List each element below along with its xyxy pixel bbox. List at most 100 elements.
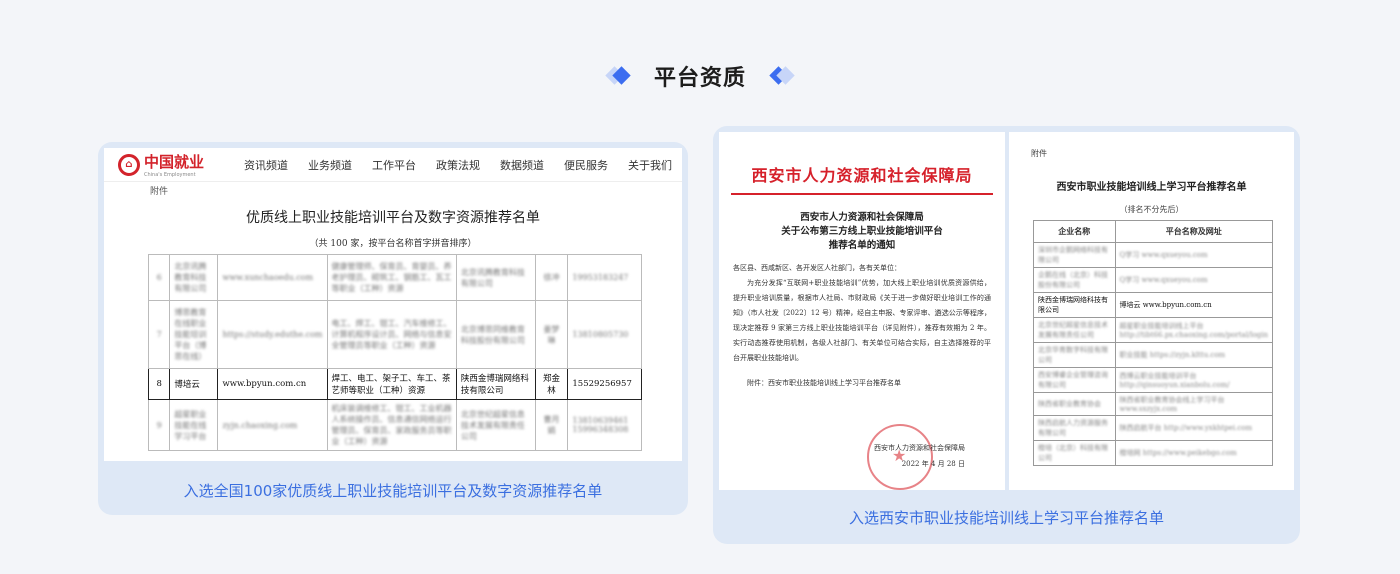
table-cell-contact: 曹月娟 [534, 399, 569, 451]
xian-platform-table: 企业名称 平台名称及网址 深圳市企鹅网络科技有限公司 Q学习 www.qxueyou.… [1033, 220, 1274, 466]
china-employment-logo: ⌂ 中国就业 China's Employment [118, 152, 234, 178]
notice-paragraph: 为充分发挥“互联网+职业技能培训”优势，加大线上职业培训优质资源供给，提升职业培… [733, 279, 991, 362]
table-row: 6 北京讯腾教育科技有限公司 www.xunchaoedu.com 健康管理师、保育员… [147, 254, 642, 301]
table-cell-tel: 13810639461 15996348308 [567, 399, 642, 451]
letterhead-divider [731, 193, 993, 195]
document-title: 优质线上职业技能培训平台及数字资源推荐名单 [246, 210, 540, 226]
table-cell-platform: 博培云 www.bpyun.com.cn [1114, 292, 1274, 318]
xian-list-document: 附件 西安市职业技能培训线上学习平台推荐名单 （排名不分先后） 企业名称 平台名称… [1009, 132, 1294, 490]
table-cell-company: 陕西启航人力资源服务有限公司 [1033, 415, 1116, 441]
table-cell-tel: 19953183247 [567, 254, 642, 301]
nav-item[interactable]: 便民服务 [554, 157, 618, 173]
sign-org: 西安市人力资源和社会保障局 [874, 444, 965, 452]
qualification-card-national: ⌂ 中国就业 China's Employment 资讯频道 业务频道 工作平台 政策… [98, 142, 688, 515]
table-cell-contact: 徐冲 [534, 254, 569, 301]
letterhead: 西安市人力资源和社会保障局 [751, 166, 973, 185]
table-cell-no: 7 [147, 300, 171, 369]
diamond-icon [768, 66, 794, 86]
table-cell-jobs: 电工、焊工、钳工、汽车维修工、计算机程序设计员、网络与信息安全管理员等职业（工种… [326, 300, 457, 369]
table-cell-jobs: 健康管理师、保育员、育婴员、养老护理员、砌筑工、钢筋工、瓦工等职业（工种）资源 [326, 254, 457, 301]
logo-text: 中国就业 [144, 152, 205, 171]
table-row: 陕西省职业教育协会 陕西省职业教育协会线上学习平台 www.sxzyjx.com [1033, 392, 1274, 416]
logo-emblem-icon: ⌂ [118, 153, 140, 176]
card-caption: 入选全国100家优质线上职业技能培训平台及数字资源推荐名单 [183, 482, 603, 500]
table-cell-company: 橙培（北京）科技有限公司 [1033, 440, 1116, 466]
table-cell-company: 陕西省职业教育协会 [1033, 392, 1116, 416]
table-cell-no: 9 [147, 399, 171, 451]
table-cell-name: 超星职业技能在线学习平台 [169, 399, 219, 451]
table-cell-platform: 超星职业技能培训线上平台 http://tibt66.px.chaoxing.c… [1114, 317, 1274, 343]
notice-title-line: 西安市人力资源和社会保障局 [800, 212, 924, 223]
table-row: 企鹅在线（北京）科技股份有限公司 Q学习 www.qxueyou.com [1033, 267, 1274, 293]
table-header-cell: 企业名称 [1033, 220, 1116, 243]
section-title: 平台资质 [653, 66, 746, 91]
table-cell-no: 6 [147, 254, 171, 301]
qualification-card-xian: 西安市人力资源和社会保障局 西安市人力资源和社会保障局 关于公布第三方线上职业技… [713, 126, 1300, 544]
section-header: 平台资质 [0, 58, 1400, 94]
table-cell-tel: 13810805730 [567, 300, 642, 369]
attachment-label: 附件 [1031, 149, 1047, 158]
notice-signature: 西安市人力资源和社会保障局 2022 年 4 月 28 日 [847, 440, 965, 472]
notice-title: 西安市人力资源和社会保障局 关于公布第三方线上职业技能培训平台 推荐名单的通知 [719, 211, 1005, 253]
table-row: 橙培（北京）科技有限公司 橙培网 https://www.peikebgo.com [1033, 440, 1274, 466]
table-cell-name: 博思教育在线职业技能培训平台（博思在线） [169, 300, 219, 369]
table-cell-company: 西安博睿企业管理咨询有限公司 [1033, 367, 1116, 393]
table-cell-company: 陕西金博瑞网络科技有限公司 [1033, 292, 1116, 318]
table-row: 陕西金博瑞网络科技有限公司 博培云 www.bpyun.com.cn [1033, 292, 1274, 318]
table-cell-contact: 郑金林 [534, 368, 569, 400]
nav-menu: 资讯频道 业务频道 工作平台 政策法规 数据频道 便民服务 关于我们 [234, 157, 682, 173]
attachment-label: 附件 [150, 187, 169, 197]
table-cell-url: zyjn.chaoxing.com [217, 399, 328, 451]
sign-date: 2022 年 4 月 28 日 [901, 460, 965, 468]
official-notice-document: 西安市人力资源和社会保障局 西安市人力资源和社会保障局 关于公布第三方线上职业技… [719, 132, 1005, 490]
table-cell-url: www.xunchaoedu.com [217, 254, 328, 301]
nav-item[interactable]: 资讯频道 [234, 157, 298, 173]
notice-title-line: 推荐名单的通知 [828, 240, 896, 251]
card-caption: 入选西安市职业技能培训线上学习平台推荐名单 [848, 509, 1164, 527]
table-row: 9 超星职业技能在线学习平台 zyjn.chaoxing.com 机床装调维修工、钳工… [147, 399, 642, 451]
recommended-platform-table: 6 北京讯腾教育科技有限公司 www.xunchaoedu.com 健康管理师、保育员… [147, 254, 642, 451]
table-cell-name: 博培云 [169, 368, 219, 400]
table-cell-platform: 职业技能 https://zyjn.klttu.com [1114, 342, 1274, 368]
table-row: 深圳市企鹅网络科技有限公司 Q学习 www.qxueyou.com [1033, 242, 1274, 268]
table-row: 西安博睿企业管理咨询有限公司 西博云职业技能培训平台 http://qinsuoy… [1033, 367, 1274, 393]
nav-item[interactable]: 业务频道 [298, 157, 362, 173]
nav-item[interactable]: 政策法规 [426, 157, 490, 173]
table-cell-url: https://study.eduthe.com [217, 300, 328, 369]
nav-item[interactable]: 工作平台 [362, 157, 426, 173]
notice-attachment-line: 附件：西安市职业技能培训线上学习平台推荐名单 [747, 379, 901, 387]
nav-item[interactable]: 数据频道 [490, 157, 554, 173]
table-cell-name: 北京讯腾教育科技有限公司 [169, 254, 219, 301]
table-cell-jobs: 机床装调维修工、钳工、工业机器人系统操作员、信息通信网络运行管理员、保育员、家政… [326, 399, 457, 451]
notice-body: 各区县、西咸新区、各开发区人社部门，各有关单位： 为充分发挥“互联网+职业技能培… [733, 261, 991, 366]
diamond-icon [606, 66, 632, 86]
website-nav-bar: ⌂ 中国就业 China's Employment 资讯频道 业务频道 工作平台 政策… [104, 148, 682, 182]
table-row: 陕西启航人力资源服务有限公司 陕西启航平台 http://www.yxkhtpei… [1033, 415, 1274, 441]
table-cell-tel: 15529256957 [567, 368, 642, 400]
table-cell-company: 企鹅在线（北京）科技股份有限公司 [1033, 267, 1116, 293]
table-row: 7 博思教育在线职业技能培训平台（博思在线） https://study.eduth… [147, 300, 642, 369]
list-title: 西安市职业技能培训线上学习平台推荐名单 [1056, 182, 1247, 193]
national-list-screenshot: ⌂ 中国就业 China's Employment 资讯频道 业务频道 工作平台 政策… [104, 148, 682, 461]
nav-item[interactable]: 关于我们 [618, 157, 682, 173]
table-row: 北京华育数字科技有限公司 职业技能 https://zyjn.klttu.com [1033, 342, 1274, 368]
notice-salutation: 各区县、西咸新区、各开发区人社部门，各有关单位： [733, 264, 901, 272]
table-cell-jobs: 焊工、电工、架子工、车工、茶艺师等职业（工种）资源 [326, 368, 457, 400]
table-cell-company: 北京世纪超星信息技术发展有限责任公司 [455, 399, 536, 451]
table-row: 北京世纪超星信息技术发展有限责任公司 超星职业技能培训线上平台 http://ti… [1033, 317, 1274, 343]
list-subtitle: （排名不分先后） [1119, 205, 1184, 214]
table-cell-contact: 姜梦琳 [534, 300, 569, 369]
notice-title-line: 关于公布第三方线上职业技能培训平台 [781, 226, 943, 237]
logo-subtext: China's Employment [144, 171, 196, 178]
table-cell-url: www.bpyun.com.cn [217, 368, 328, 400]
table-cell-platform: 陕西启航平台 http://www.yxkhtpei.com [1114, 415, 1274, 441]
table-cell-no: 8 [147, 368, 171, 400]
table-cell-company: 陕西金博瑞网络科技有限公司 [455, 368, 536, 400]
table-cell-platform: 西博云职业技能培训平台 http://qinsuoyun.xianbolu.co… [1114, 367, 1274, 393]
table-cell-company: 北京华育数字科技有限公司 [1033, 342, 1116, 368]
table-cell-platform: 陕西省职业教育协会线上学习平台 www.sxzyjx.com [1114, 392, 1274, 416]
table-cell-platform: Q学习 www.qxueyou.com [1114, 267, 1274, 293]
table-cell-company: 北京讯腾教育科技有限公司 [455, 254, 536, 301]
table-cell-company: 深圳市企鹅网络科技有限公司 [1033, 242, 1116, 268]
table-cell-platform: 橙培网 https://www.peikebgo.com [1114, 440, 1274, 466]
